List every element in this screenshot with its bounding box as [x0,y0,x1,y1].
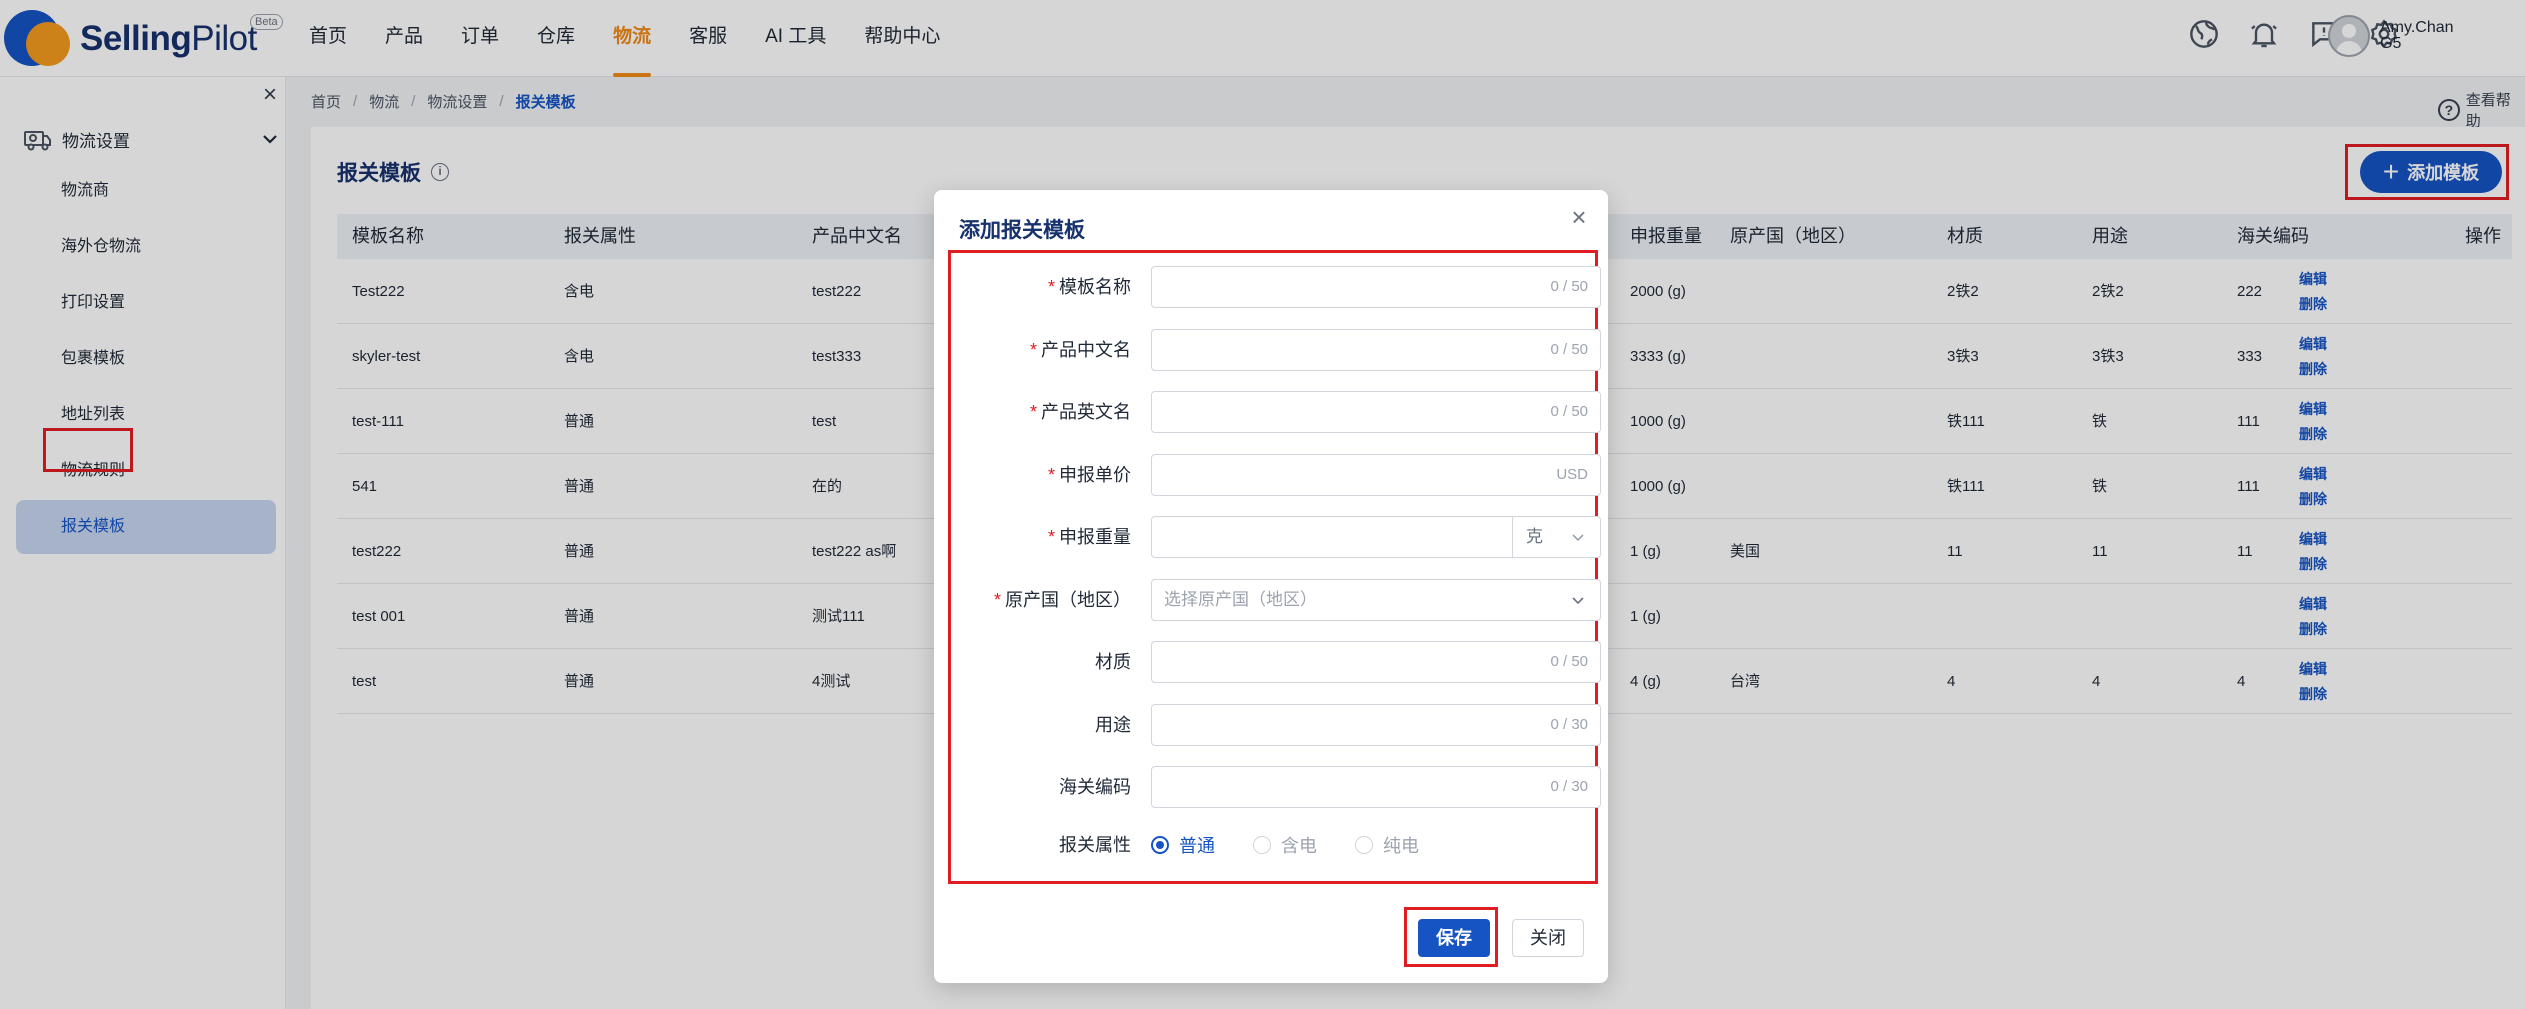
field-label-declare-attr: 报关属性 [1059,835,1131,855]
form-row: 海关编码 0 / 30 [951,766,1601,808]
field-label: * 申报重量 [1047,527,1131,547]
input-counter: 0 / 50 [1550,653,1588,670]
input-counter: 0 / 30 [1550,716,1588,733]
input-counter: 0 / 50 [1550,341,1588,358]
form-row: * 产品中文名 0 / 50 [951,329,1601,371]
radio-normal[interactable]: 普通 [1151,832,1215,858]
chevron-down-icon [1572,597,1584,605]
text-input[interactable]: 0 / 50 [1151,641,1601,683]
field-label: 海关编码 [1059,777,1131,797]
add-customs-template-dialog: 添加报关模板 × * 模板名称 0 / 50 * 产品中文名 0 / 50 * 产品英文名 0 … [934,190,1608,983]
form-row: 用途 0 / 30 [951,704,1601,746]
field-label: * 产品中文名 [1029,340,1131,360]
weight-input[interactable]: 克 [1151,516,1601,558]
chevron-down-icon [1572,534,1584,542]
text-input[interactable]: 0 / 50 [1151,266,1601,308]
radio-dot-icon [1355,836,1373,854]
select-placeholder: 选择原产国（地区） [1164,590,1317,609]
field-label: * 模板名称 [1047,277,1131,297]
text-input[interactable]: USD [1151,454,1601,496]
radio-dot-icon [1151,836,1169,854]
input-counter: USD [1556,466,1588,483]
form-row: * 产品英文名 0 / 50 [951,391,1601,433]
text-input[interactable]: 0 / 50 [1151,329,1601,371]
form-row: 材质 0 / 50 [951,641,1601,683]
close-icon[interactable]: × [1566,204,1592,230]
form-row: * 申报单价 USD [951,454,1601,496]
highlight-box-form: * 模板名称 0 / 50 * 产品中文名 0 / 50 * 产品英文名 0 / 50 * 申报单价… [948,250,1601,884]
input-counter: 0 / 50 [1550,278,1588,295]
field-label: 用途 [1095,715,1131,735]
field-label: * 产品英文名 [1029,402,1131,422]
save-button[interactable]: 保存 [1418,919,1490,957]
text-input[interactable]: 0 / 50 [1151,391,1601,433]
form-row: * 模板名称 0 / 50 [951,266,1601,308]
radio-with-battery[interactable]: 含电 [1253,832,1317,858]
input-counter: 0 / 50 [1550,403,1588,420]
text-input[interactable]: 0 / 30 [1151,704,1601,746]
radio-pure-battery[interactable]: 纯电 [1355,832,1419,858]
dialog-title: 添加报关模板 [959,219,1085,242]
radio-dot-icon [1253,836,1271,854]
text-input[interactable]: 0 / 30 [1151,766,1601,808]
unit-select[interactable]: 克 [1526,517,1543,557]
declare-attr-radio-group: 普通 含电 纯电 [1151,824,1457,866]
origin-select[interactable]: 选择原产国（地区） [1151,579,1601,621]
close-button[interactable]: 关闭 [1512,919,1584,957]
form-row-declare-attr: 报关属性 普通 含电 纯电 [951,824,1601,866]
field-label: * 申报单价 [1047,465,1131,485]
input-counter: 0 / 30 [1550,778,1588,795]
field-label: * 原产国（地区） [993,590,1131,610]
form-row: * 申报重量 克 [951,516,1601,558]
form-row: * 原产国（地区） 选择原产国（地区） [951,579,1601,621]
field-label: 材质 [1095,652,1131,672]
